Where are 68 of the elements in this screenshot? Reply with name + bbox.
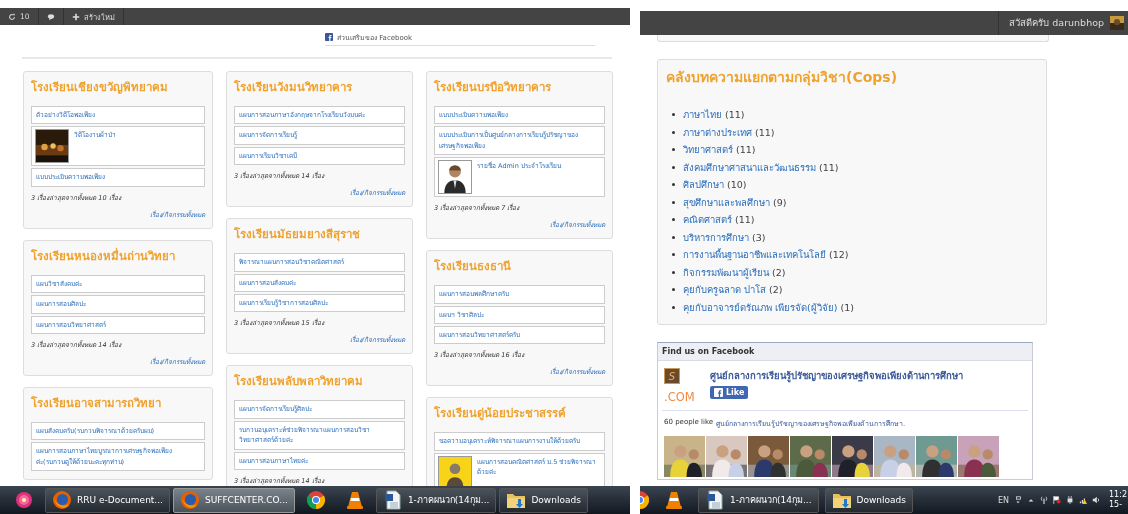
taskbar-button[interactable]: RRU e-Document... <box>45 487 170 513</box>
category-link[interactable]: กิจกรรมพัฒนาผู้เรียน <box>683 264 769 280</box>
signal-bars-icon[interactable] <box>1079 496 1088 504</box>
category-link[interactable]: สุขศึกษาและพลศึกษา <box>683 194 770 210</box>
bullet-icon <box>672 270 675 274</box>
bullet-icon <box>672 235 675 239</box>
post-count: (11) <box>819 161 839 173</box>
post-count: (9) <box>773 196 787 208</box>
document-icon <box>705 490 725 510</box>
post-count: (11) <box>725 109 745 121</box>
bullet-icon <box>672 148 675 152</box>
taskbar-button[interactable]: Downloads <box>824 487 913 513</box>
antenna-icon[interactable] <box>1040 496 1049 504</box>
category-link[interactable]: ภาษาไทย <box>683 107 722 123</box>
refresh-icon <box>8 12 16 21</box>
bullet-icon <box>672 288 675 292</box>
speaker-icon[interactable] <box>1092 496 1101 504</box>
logo-text: .COM <box>664 390 695 404</box>
bullet-icon <box>672 305 675 309</box>
category-link[interactable]: การงานพื้นฐานอาชีพและเทคโนโลยี <box>683 247 826 263</box>
bullet-icon <box>672 183 675 187</box>
category-link[interactable]: คณิตศาสตร์ <box>683 212 732 228</box>
bullet-icon <box>672 218 675 222</box>
post-count: (11) <box>755 126 775 138</box>
page-name-link[interactable]: ศูนย์กลางการเรียนรู้ปรัชญาของเศรษฐกิจพอเพียงด้านการศึกษา <box>710 368 963 383</box>
clock[interactable]: 11:2 15- <box>1109 490 1128 510</box>
post-count: (10) <box>727 179 747 191</box>
widget-header: Find us on Facebook <box>658 343 1032 361</box>
post-count: (11) <box>736 144 756 156</box>
category-link[interactable]: ศิลปศึกษา <box>683 177 724 193</box>
person-avatar-icon <box>438 455 472 486</box>
bullet-icon <box>672 130 675 134</box>
person-avatar-icon <box>438 160 472 195</box>
plug-icon[interactable] <box>1066 496 1075 504</box>
taskbar-button[interactable]: 1-ภาคผนวก(14กุม... <box>375 487 497 513</box>
firefox-icon <box>179 490 200 510</box>
category-link[interactable]: วิทยาศาสตร์ <box>683 142 733 158</box>
post-count: (2) <box>772 266 786 278</box>
category-link[interactable]: คุยกับครูฉลาด ปาโส <box>683 282 767 298</box>
category-link[interactable]: คุยกับอาจารย์ดรัณภพ เพียรจัด(ผู้วิจัย) <box>683 299 838 315</box>
bullet-icon <box>672 113 675 117</box>
like-button[interactable]: Like <box>710 386 749 399</box>
bullet-icon <box>672 253 675 257</box>
plus-icon <box>71 12 80 21</box>
taskbar-button[interactable]: SUFFCENTER.CO... <box>172 487 295 513</box>
bullet-icon <box>672 200 675 204</box>
post-count: (1) <box>840 301 854 313</box>
post-count: (12) <box>829 249 849 261</box>
clock-date: 15- <box>1109 500 1124 510</box>
bullet-icon <box>672 165 675 169</box>
firefox-icon <box>52 490 72 510</box>
category-link[interactable]: บริหารการศึกษา <box>683 229 749 245</box>
taskbar-button[interactable]: Downloads <box>499 487 588 513</box>
facebook-icon <box>325 33 333 41</box>
post-count: (11) <box>735 214 755 226</box>
logo-mark: S <box>664 368 680 384</box>
language-indicator[interactable]: EN <box>998 495 1010 505</box>
taskbar-button[interactable]: 1-ภาคผนวก(14กุม... <box>698 487 819 513</box>
comment-icon[interactable] <box>46 12 55 21</box>
document-icon <box>382 490 403 510</box>
archive-title: คลังบทความแยกตามกลุ่มวิชา(Cops) <box>666 68 899 88</box>
post-count: (3) <box>752 231 766 243</box>
post-count: (2) <box>769 284 783 296</box>
category-link[interactable]: ภาษาต่างประเทศ <box>683 124 752 140</box>
flag-icon[interactable] <box>1053 496 1062 504</box>
category-link[interactable]: สังคมศึกษาศาสนาและวัฒนธรรม <box>683 159 816 175</box>
clock-time: 11:2 <box>1109 490 1127 500</box>
facebook-icon <box>714 388 723 397</box>
